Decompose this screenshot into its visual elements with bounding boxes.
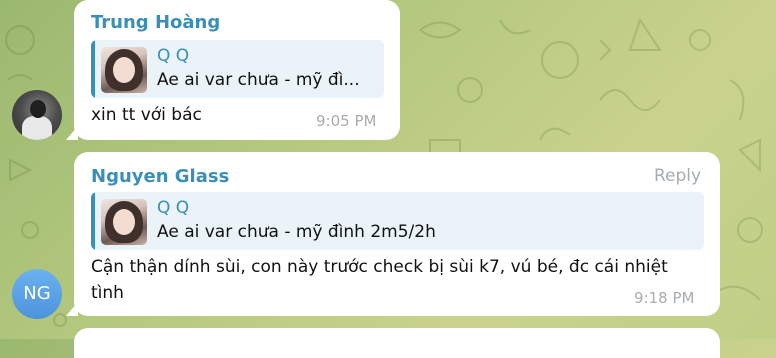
avatar-nguyen-glass[interactable]: NG <box>12 269 62 319</box>
message-bubble-3-partial[interactable] <box>74 328 720 358</box>
message-time-1: 9:05 PM <box>316 112 377 130</box>
quoted-text: Ae ai var chưa - mỹ đình 2m5/2h <box>157 222 436 242</box>
quoted-sender-name: Q Q <box>157 198 190 218</box>
quoted-photo-thumbnail <box>101 199 147 245</box>
quoted-text: Ae ai var chưa - mỹ đì... <box>157 70 360 90</box>
quoted-message-1[interactable]: Q Q Ae ai var chưa - mỹ đì... <box>91 40 384 98</box>
message-text-2: Cận thận dính sùi, con này trước check b… <box>91 257 668 303</box>
quoted-message-2[interactable]: Q Q Ae ai var chưa - mỹ đình 2m5/2h <box>91 192 704 250</box>
message-time-2: 9:18 PM <box>634 289 695 307</box>
message-bubble-2[interactable]: Nguyen Glass Reply Q Q Ae ai var chưa - … <box>74 152 720 316</box>
reply-button[interactable]: Reply <box>654 166 701 186</box>
avatar-trung-hoang[interactable] <box>12 90 62 140</box>
message-text-1: xin tt với bác <box>91 105 202 125</box>
sender-name-2[interactable]: Nguyen Glass <box>91 166 229 187</box>
quote-accent-bar <box>91 192 95 250</box>
quoted-photo-thumbnail <box>101 47 147 93</box>
quoted-sender-name: Q Q <box>157 46 190 66</box>
sender-name-1[interactable]: Trung Hoàng <box>91 12 220 33</box>
quote-accent-bar <box>91 40 95 98</box>
message-bubble-1[interactable]: Trung Hoàng Q Q Ae ai var chưa - mỹ đì..… <box>74 0 400 140</box>
